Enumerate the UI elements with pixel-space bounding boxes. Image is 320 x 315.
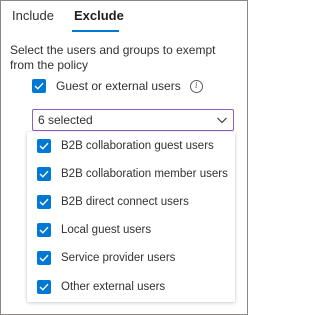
option-label: B2B direct connect users — [61, 196, 189, 208]
option-b2b-collaboration-guest-users[interactable]: B2B collaboration guest users — [37, 138, 214, 154]
option-label: Local guest users — [61, 224, 152, 236]
option-b2b-collaboration-member-users[interactable]: B2B collaboration member users — [37, 166, 228, 182]
info-icon[interactable]: i — [189, 79, 203, 93]
option-label: B2B collaboration member users — [61, 168, 228, 180]
dropdown-selected-value: 6 selected — [38, 113, 93, 127]
dropdown-options-list: B2B collaboration guest users B2B collab… — [27, 132, 235, 302]
checkbox-checked-icon[interactable] — [37, 251, 51, 265]
guest-external-users-label: Guest or external users — [56, 79, 181, 93]
checkbox-checked-icon[interactable] — [37, 223, 51, 237]
option-other-external-users[interactable]: Other external users — [37, 279, 165, 295]
option-label: Service provider users — [61, 252, 176, 264]
option-b2b-direct-connect-users[interactable]: B2B direct connect users — [37, 194, 189, 210]
option-label: B2B collaboration guest users — [61, 140, 214, 152]
chevron-down-icon — [217, 117, 227, 124]
guest-external-users-checkbox[interactable]: Guest or external users i — [32, 78, 203, 94]
tab-bar: Include Exclude — [1, 1, 247, 33]
option-local-guest-users[interactable]: Local guest users — [37, 222, 151, 238]
user-types-dropdown[interactable]: 6 selected — [32, 109, 234, 131]
option-label: Other external users — [61, 281, 166, 293]
description-text: Select the users and groups to exempt fr… — [10, 43, 216, 72]
tab-exclude[interactable]: Exclude — [74, 8, 124, 24]
checkbox-checked-icon[interactable] — [37, 195, 51, 209]
checkbox-checked-icon[interactable] — [37, 280, 51, 294]
checkbox-checked-icon[interactable] — [32, 79, 46, 93]
checkbox-checked-icon[interactable] — [37, 139, 51, 153]
checkbox-checked-icon[interactable] — [37, 167, 51, 181]
exclude-panel: Include Exclude Select the users and gro… — [0, 0, 248, 315]
active-tab-indicator — [72, 30, 119, 32]
option-service-provider-users[interactable]: Service provider users — [37, 250, 175, 266]
tab-include[interactable]: Include — [12, 8, 54, 24]
